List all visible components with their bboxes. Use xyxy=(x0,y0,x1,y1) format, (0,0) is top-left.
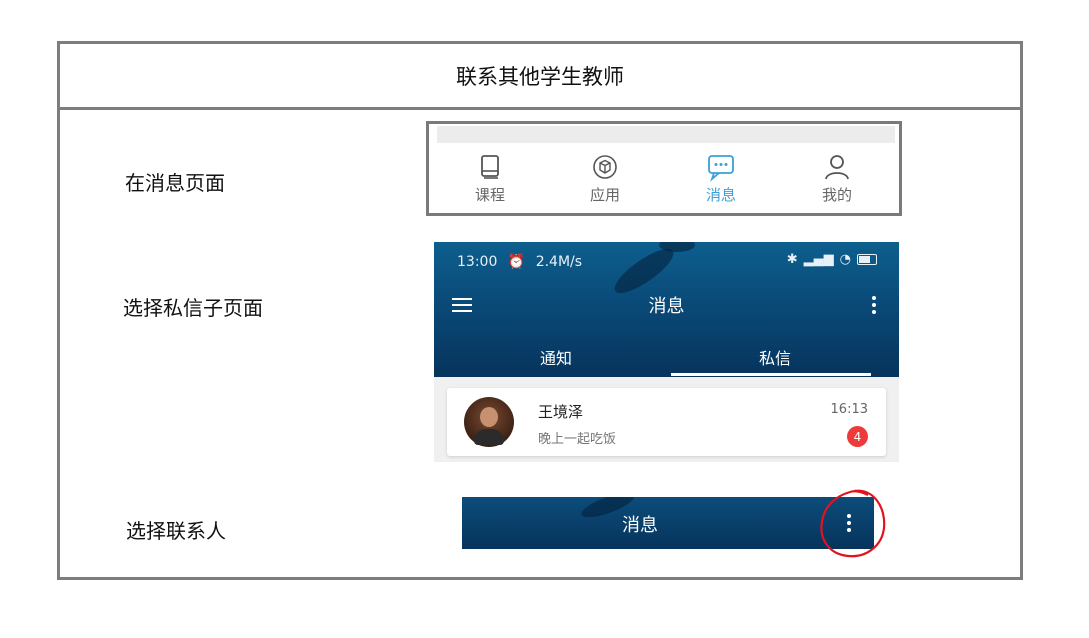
screen-title: 消息 xyxy=(648,296,685,317)
more-options-icon[interactable] xyxy=(872,296,876,317)
unread-badge: 4 xyxy=(847,426,868,447)
nav-item-apps[interactable]: 应用 xyxy=(565,152,645,208)
doc-title: 联系其他学生教师 xyxy=(60,44,1020,110)
nav-item-messages[interactable]: 消息 xyxy=(681,152,761,208)
contact-name: 王境泽 xyxy=(538,403,584,421)
nav-label-apps: 应用 xyxy=(589,186,620,204)
message-time: 16:13 xyxy=(830,402,868,417)
tab-private-messages[interactable]: 私信 xyxy=(759,345,791,369)
annotation-circle xyxy=(820,489,886,558)
avatar xyxy=(464,397,514,447)
book-icon xyxy=(481,155,499,179)
person-icon xyxy=(825,155,849,180)
message-header: 13:00 ⏰ 2.4M/s ✱ ▂▄▆ ◔ 消息 通知 私信 xyxy=(434,242,899,377)
conversation-item[interactable]: 王境泽 晚上一起吃饭 16:13 4 xyxy=(447,388,886,456)
message-preview: 晚上一起吃饭 xyxy=(538,432,617,447)
tab-notifications[interactable]: 通知 xyxy=(540,345,572,369)
nav-item-courses[interactable]: 课程 xyxy=(450,152,530,208)
signal-icon: ▂▄▆ xyxy=(803,252,834,267)
step-1-label: 在消息页面 xyxy=(125,171,225,195)
nav-top-strip xyxy=(437,126,895,143)
message-screen-screenshot: 13:00 ⏰ 2.4M/s ✱ ▂▄▆ ◔ 消息 通知 私信 王境泽 晚上一起… xyxy=(434,242,899,462)
step-2-label: 选择私信子页面 xyxy=(123,296,263,320)
step-3-label: 选择联系人 xyxy=(126,519,226,543)
active-tab-indicator xyxy=(671,373,871,376)
battery-icon xyxy=(857,254,877,265)
network-speed: 2.4M/s xyxy=(535,254,583,270)
nav-label-courses: 课程 xyxy=(474,186,505,204)
header-title: 消息 xyxy=(622,515,658,536)
bluetooth-icon: ✱ xyxy=(786,252,798,267)
nav-label-messages: 消息 xyxy=(705,186,736,204)
wifi-icon: ◔ xyxy=(839,252,851,267)
alarm-icon: ⏰ xyxy=(507,254,526,270)
nav-item-me[interactable]: 我的 xyxy=(797,152,877,208)
cube-icon xyxy=(593,155,617,179)
nav-label-me: 我的 xyxy=(821,186,852,204)
status-bar-time: 13:00 ⏰ 2.4M/s xyxy=(457,254,583,270)
status-bar-icons: ✱ ▂▄▆ ◔ xyxy=(787,252,877,267)
bottom-nav-screenshot: 课程 应用 消息 我的 xyxy=(426,121,902,216)
chat-icon xyxy=(708,155,734,182)
header-bar-screenshot: 消息 xyxy=(462,497,874,549)
